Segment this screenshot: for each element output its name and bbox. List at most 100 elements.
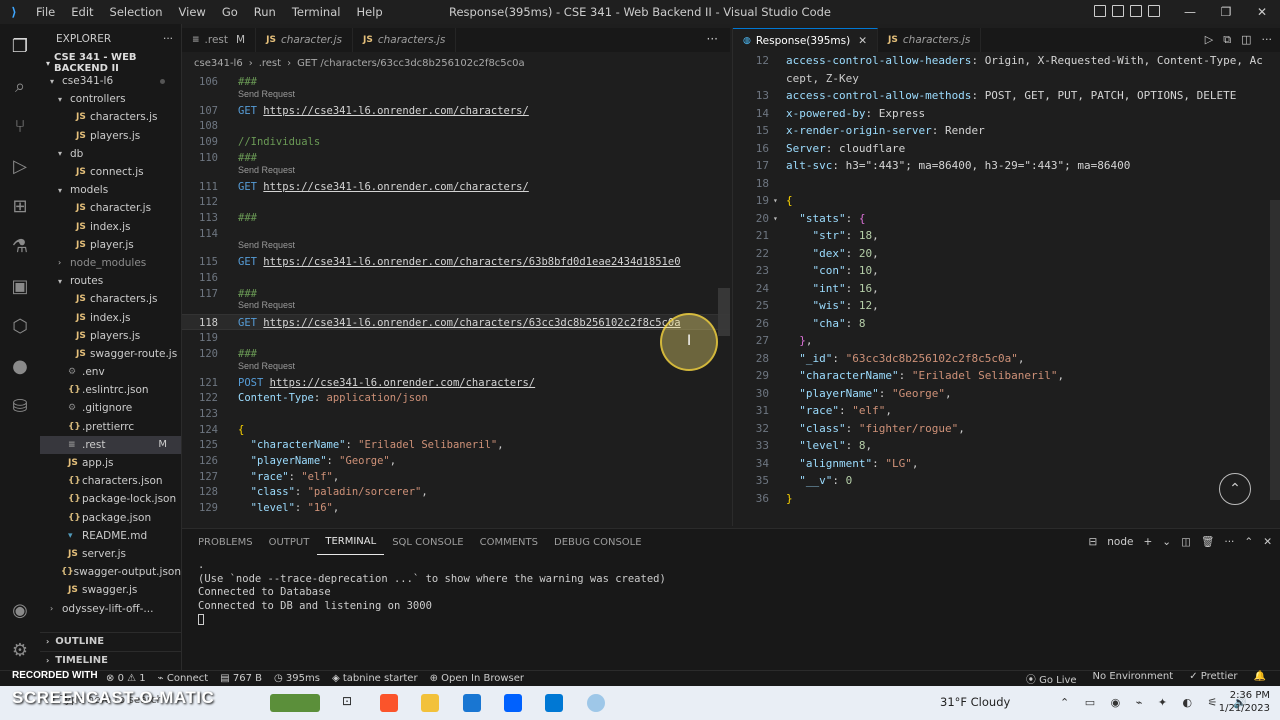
response-line[interactable]: 14 x-powered-by: Express	[733, 105, 1280, 123]
panel-tab-debug-console[interactable]: DEBUG CONSOLE	[546, 529, 650, 555]
more-actions-icon[interactable]: ···	[1224, 536, 1234, 548]
code-line[interactable]: 117 ###	[182, 286, 730, 302]
account-icon[interactable]: ◉	[8, 598, 32, 622]
tree-item[interactable]: JS character.js	[40, 199, 181, 217]
response-line[interactable]: 18	[733, 175, 1280, 193]
response-line[interactable]: 20 ▾ "stats": {	[733, 210, 1280, 228]
rest-editor[interactable]: 106 ### Send Request 107 GET https://cse341-…	[182, 74, 730, 526]
response-line[interactable]: 36}	[733, 490, 1280, 508]
menu-help[interactable]: Help	[348, 5, 390, 19]
response-line[interactable]: 22 "dex": 20,	[733, 245, 1280, 263]
response-line[interactable]: 31 "race": "elf",	[733, 402, 1280, 420]
toggle-secondary-sidebar-icon[interactable]	[1130, 5, 1142, 17]
project-root[interactable]: ▾ CSE 341 - WEB BACKEND II	[40, 52, 181, 74]
vscode-taskbar-icon[interactable]	[545, 694, 563, 712]
dropbox-icon[interactable]	[504, 694, 522, 712]
tree-item[interactable]: JS index.js	[40, 308, 181, 326]
code-line[interactable]: 112	[182, 194, 730, 210]
tree-item[interactable]: › odyssey-lift-off-...	[40, 599, 181, 617]
send-request-link[interactable]: Send Request	[238, 300, 295, 312]
code-line[interactable]: 115 GET https://cse341-l6.onrender.com/ch…	[182, 254, 730, 270]
tree-item[interactable]: ⚙ .env	[40, 363, 181, 381]
send-request-link[interactable]: Send Request	[238, 165, 295, 177]
scroll-to-top-icon[interactable]: ⌃	[1219, 473, 1251, 505]
menu-selection[interactable]: Selection	[102, 5, 171, 19]
response-line[interactable]: 35 "__v": 0	[733, 472, 1280, 490]
task-view-icon[interactable]: ⊡	[338, 694, 356, 712]
panel-tab-sql-console[interactable]: SQL CONSOLE	[384, 529, 471, 555]
open-in-browser[interactable]: ⊕ Open In Browser	[424, 673, 530, 684]
response-line[interactable]: 21 "str": 18,	[733, 227, 1280, 245]
github-icon[interactable]: ●	[8, 354, 32, 378]
breadcrumb-item[interactable]: GET /characters/63cc3dc8b256102c2f8c5c0a	[297, 58, 525, 69]
response-line[interactable]: 26 "cha": 8	[733, 315, 1280, 333]
connect-status[interactable]: ⌁ Connect	[152, 673, 215, 684]
panel-tab-comments[interactable]: COMMENTS	[472, 529, 546, 555]
fold-chevron-icon[interactable]: ▾	[773, 210, 778, 228]
timeline-section[interactable]: › TIMELINE	[40, 651, 182, 669]
tree-item[interactable]: JS server.js	[40, 545, 181, 563]
response-line[interactable]: 17 alt-svc: h3=":443"; ma=86400, h3-29=":…	[733, 157, 1280, 175]
response-line[interactable]: 33 "level": 8,	[733, 437, 1280, 455]
code-line[interactable]: 108	[182, 118, 730, 134]
tree-item[interactable]: ▾ db	[40, 145, 181, 163]
run-debug-icon[interactable]: ▷	[8, 154, 32, 178]
outline-section[interactable]: › OUTLINE	[40, 632, 182, 650]
minimize-button[interactable]: —	[1172, 5, 1208, 19]
send-request-link[interactable]: Send Request	[238, 240, 295, 252]
response-line[interactable]: 30 "playerName": "George",	[733, 385, 1280, 403]
menu-view[interactable]: View	[171, 5, 214, 19]
tree-item[interactable]: {} package-lock.json	[40, 490, 181, 508]
panel-tab-problems[interactable]: PROBLEMS	[190, 529, 261, 555]
code-line[interactable]: 124 {	[182, 422, 730, 438]
code-line[interactable]: 126 "playerName": "George",	[182, 453, 730, 469]
close-tab-icon[interactable]: ✕	[858, 35, 867, 47]
response-line[interactable]: 28 "_id": "63cc3dc8b256102c2f8c5c0a",	[733, 350, 1280, 368]
editor-tab[interactable]: ◍ Response(395ms) ✕	[733, 28, 879, 52]
response-line[interactable]: 32 "class": "fighter/rogue",	[733, 420, 1280, 438]
send-request-link[interactable]: Send Request	[238, 89, 295, 101]
maximize-panel-icon[interactable]: ⌃	[1244, 536, 1253, 548]
toggle-panel-icon[interactable]	[1112, 5, 1124, 17]
tree-item[interactable]: › node_modules	[40, 254, 181, 272]
response-line[interactable]: 25 "wis": 12,	[733, 297, 1280, 315]
tabnine-status[interactable]: ◈ tabnine starter	[326, 673, 424, 684]
remote-explorer-icon[interactable]: ▣	[8, 274, 32, 298]
response-line[interactable]: 29 "characterName": "Eriladel Selibaneri…	[733, 367, 1280, 385]
tree-item[interactable]: JS characters.js	[40, 290, 181, 308]
testing-icon[interactable]: ⚗	[8, 234, 32, 258]
toggle-sidebar-icon[interactable]	[1094, 5, 1106, 17]
tree-item[interactable]: JS characters.js	[40, 108, 181, 126]
tree-item[interactable]: ▾ README.md	[40, 527, 181, 545]
more-actions-icon[interactable]: ···	[1262, 33, 1273, 47]
response-line[interactable]: 16 Server: cloudflare	[733, 140, 1280, 158]
docker-icon[interactable]: ⬡	[8, 314, 32, 338]
menu-edit[interactable]: Edit	[63, 5, 101, 19]
code-line[interactable]: 109 //Individuals	[182, 134, 730, 150]
close-window-button[interactable]: ✕	[1244, 5, 1280, 19]
panel-tab-terminal[interactable]: TERMINAL	[317, 529, 385, 555]
tree-item[interactable]: JS app.js	[40, 454, 181, 472]
response-line[interactable]: 34 "alignment": "LG",	[733, 455, 1280, 473]
fold-chevron-icon[interactable]: ▾	[773, 192, 778, 210]
settings-gear-icon[interactable]: ⚙	[8, 638, 32, 662]
code-line[interactable]: 119	[182, 330, 730, 346]
explorer-icon[interactable]: ❐	[8, 34, 32, 58]
code-line[interactable]: 121 POST https://cse341-l6.onrender.com/c…	[182, 375, 730, 391]
tree-item[interactable]: JS players.js	[40, 127, 181, 145]
file-explorer-icon[interactable]	[421, 694, 439, 712]
response-line[interactable]: 13 access-control-allow-methods: POST, GE…	[733, 87, 1280, 105]
tree-item[interactable]: ≡ .rest M	[40, 435, 181, 454]
trash-icon[interactable]: 🗑	[1201, 535, 1214, 548]
go-live-button[interactable]: ⦿ Go Live	[1020, 671, 1083, 686]
code-line[interactable]: 129 "level": "16",	[182, 500, 730, 516]
chevron-down-icon[interactable]: ⌄	[1162, 536, 1171, 548]
customize-layout-icon[interactable]	[1148, 5, 1160, 17]
code-line[interactable]: 106 ###	[182, 74, 730, 90]
tree-item[interactable]: ▾ models	[40, 181, 181, 199]
problems-status[interactable]: ⊗ 0 ⚠ 1	[100, 673, 152, 684]
more-actions-icon[interactable]: ···	[707, 32, 718, 46]
response-line[interactable]: 23 "con": 10,	[733, 262, 1280, 280]
tree-item[interactable]: {} .prettierrc	[40, 418, 181, 436]
clock[interactable]: 2:36 PM 1/21/2023	[1219, 689, 1270, 715]
